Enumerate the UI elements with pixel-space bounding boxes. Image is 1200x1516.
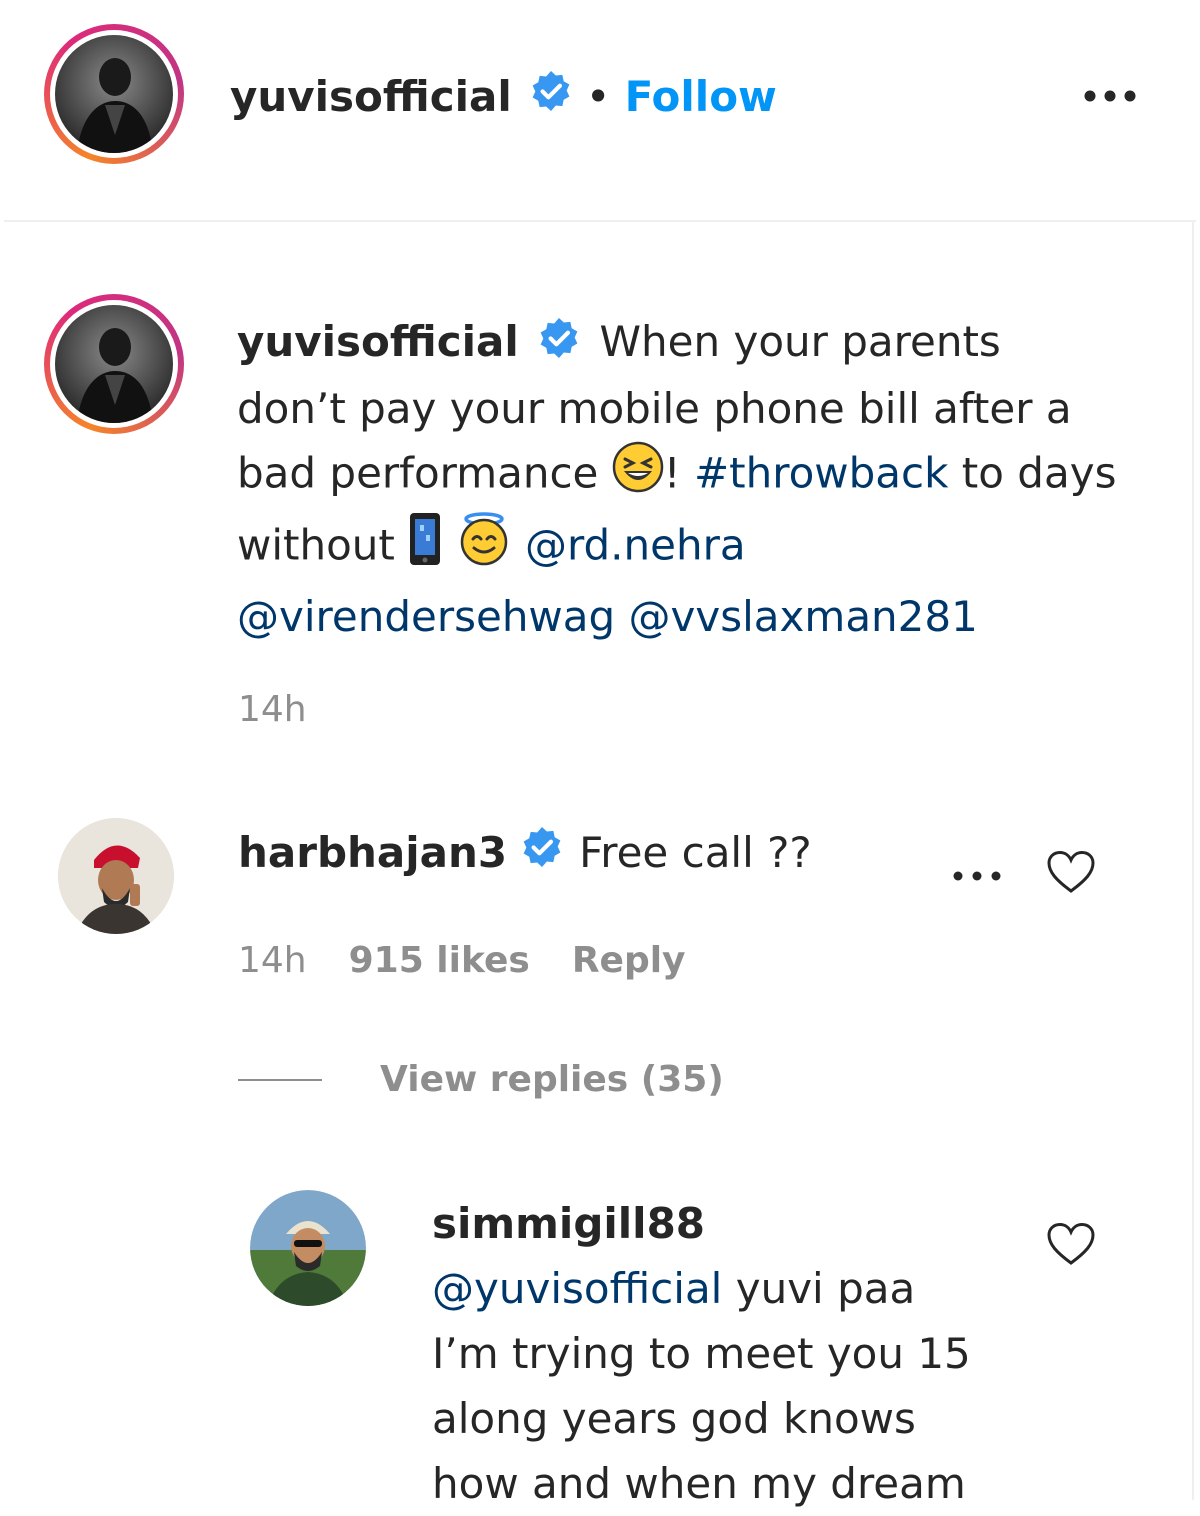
verified-badge-icon xyxy=(530,70,572,122)
reply-text-line: along years god knows xyxy=(432,1394,916,1443)
reply-text-line: yuvi paa xyxy=(735,1264,916,1313)
reply-text-line: I’m trying to meet you 15 xyxy=(432,1329,971,1378)
header-divider xyxy=(4,220,1196,222)
commenter-username[interactable]: harbhajan3 xyxy=(238,828,507,877)
author-avatar[interactable] xyxy=(44,24,184,164)
commenter-avatar[interactable] xyxy=(58,818,174,934)
verified-badge-icon xyxy=(538,313,580,377)
reply-text-line: how and when my dream xyxy=(432,1459,966,1508)
caption-author-avatar[interactable] xyxy=(44,294,184,434)
mention-rd-nehra-link[interactable]: @rd.nehra xyxy=(525,520,746,569)
reply-text: @yuvisofficial yuvi paa I’m trying to me… xyxy=(432,1256,1032,1516)
view-replies-button[interactable]: View replies (35) xyxy=(380,1058,724,1102)
hashtag-throwback-link[interactable]: #throwback xyxy=(694,448,948,497)
follow-button[interactable]: Follow xyxy=(625,72,777,121)
mobile-phone-icon xyxy=(408,511,442,585)
mention-vvslaxman281-link[interactable]: @vvslaxman281 xyxy=(629,592,978,641)
view-replies-line xyxy=(238,1079,322,1081)
header-username[interactable]: yuvisofficial xyxy=(230,72,512,121)
comment-time[interactable]: 14h xyxy=(238,940,307,981)
mention-virendersehwag-link[interactable]: @virendersehwag xyxy=(237,592,615,641)
reply-avatar[interactable] xyxy=(250,1190,366,1306)
more-options-icon[interactable] xyxy=(1080,84,1140,112)
smiling-face-with-halo-icon xyxy=(456,511,512,584)
comment-text: Free call ?? xyxy=(579,827,812,877)
reply-mention-link[interactable]: @yuvisofficial xyxy=(432,1264,722,1313)
comment-likes-count[interactable]: 915 likes xyxy=(349,940,530,981)
reply-username[interactable]: simmigill88 xyxy=(432,1196,705,1252)
caption-text: yuvisofficial When your parents don’t pa… xyxy=(237,310,1117,649)
verified-badge-icon xyxy=(521,826,563,878)
panel-border xyxy=(1192,220,1194,1500)
grinning-squinting-face-icon xyxy=(612,441,664,511)
caption-username[interactable]: yuvisofficial xyxy=(237,317,519,366)
like-reply-heart-icon[interactable] xyxy=(1046,1222,1096,1266)
post-time[interactable]: 14h xyxy=(238,690,307,730)
header-separator: • xyxy=(585,71,611,121)
comment-more-icon[interactable] xyxy=(950,866,1006,890)
comment-reply-button[interactable]: Reply xyxy=(572,940,686,981)
caption-body-2: ! xyxy=(663,448,681,497)
like-comment-heart-icon[interactable] xyxy=(1046,850,1096,894)
